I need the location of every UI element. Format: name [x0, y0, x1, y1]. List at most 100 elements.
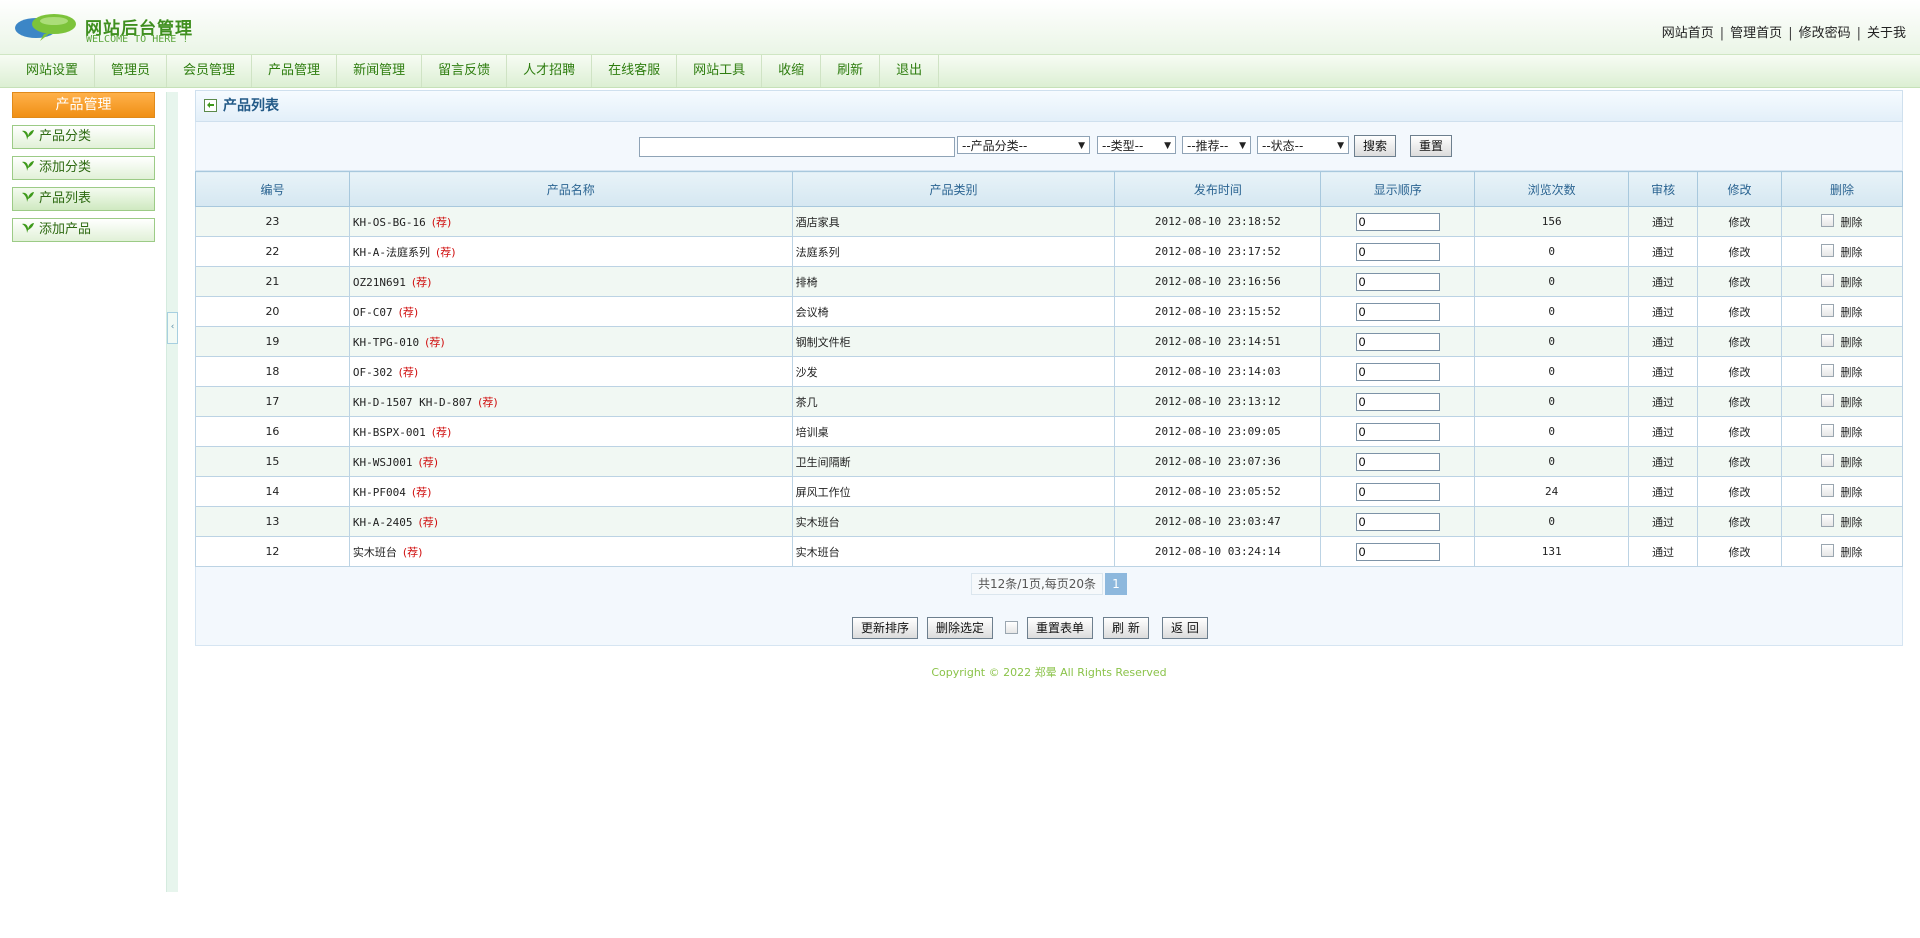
nav-online-service[interactable]: 在线客服: [592, 55, 678, 87]
link-change-password[interactable]: 修改密码: [1799, 26, 1851, 41]
category-select[interactable]: --产品分类-- ▼: [957, 136, 1090, 154]
status-select[interactable]: --状态-- ▼: [1257, 136, 1349, 154]
edit-link[interactable]: 修改: [1697, 236, 1782, 267]
row-select-checkbox[interactable]: [1821, 393, 1835, 407]
delete-link[interactable]: 删除: [1840, 306, 1862, 319]
edit-link[interactable]: 修改: [1697, 446, 1782, 477]
row-select-checkbox[interactable]: [1821, 513, 1835, 527]
display-order-input[interactable]: [1355, 302, 1440, 321]
product-name-link[interactable]: KH-A-法庭系列: [353, 246, 430, 259]
display-order-input[interactable]: [1355, 392, 1440, 411]
nav-site-settings[interactable]: 网站设置: [0, 55, 96, 87]
row-select-checkbox[interactable]: [1821, 423, 1835, 437]
back-button[interactable]: 返 回: [1162, 617, 1208, 639]
delete-link[interactable]: 删除: [1840, 426, 1862, 439]
delete-link[interactable]: 删除: [1840, 366, 1862, 379]
row-select-checkbox[interactable]: [1821, 483, 1835, 497]
delete-link[interactable]: 删除: [1840, 486, 1862, 499]
recommend-select[interactable]: --推荐-- ▼: [1182, 136, 1251, 154]
update-order-button[interactable]: 更新排序: [852, 617, 919, 639]
display-order-input[interactable]: [1355, 422, 1440, 441]
search-button[interactable]: 搜索: [1354, 135, 1397, 157]
audit-status-link[interactable]: 通过: [1628, 476, 1699, 507]
audit-status-link[interactable]: 通过: [1628, 206, 1699, 237]
audit-status-link[interactable]: 通过: [1628, 446, 1699, 477]
edit-link[interactable]: 修改: [1697, 536, 1782, 567]
select-all-checkbox[interactable]: [1005, 621, 1018, 634]
edit-link[interactable]: 修改: [1697, 266, 1782, 297]
reset-button[interactable]: 重置: [1410, 135, 1453, 157]
row-select-checkbox[interactable]: [1821, 273, 1835, 287]
audit-status-link[interactable]: 通过: [1628, 266, 1699, 297]
edit-link[interactable]: 修改: [1697, 386, 1782, 417]
recommend-badge[interactable]: (荐): [432, 426, 452, 439]
edit-link[interactable]: 修改: [1697, 506, 1782, 537]
audit-status-link[interactable]: 通过: [1628, 326, 1699, 357]
display-order-input[interactable]: [1355, 272, 1440, 291]
nav-products[interactable]: 产品管理: [252, 55, 338, 87]
audit-status-link[interactable]: 通过: [1628, 356, 1699, 387]
recommend-badge[interactable]: (荐): [419, 516, 439, 529]
type-select[interactable]: --类型-- ▼: [1097, 136, 1176, 154]
edit-link[interactable]: 修改: [1697, 206, 1782, 237]
delete-link[interactable]: 删除: [1840, 516, 1862, 529]
link-site-home[interactable]: 网站首页: [1662, 26, 1714, 41]
nav-site-tools[interactable]: 网站工具: [677, 55, 763, 87]
edit-link[interactable]: 修改: [1697, 476, 1782, 507]
recommend-badge[interactable]: (荐): [412, 486, 432, 499]
audit-status-link[interactable]: 通过: [1628, 416, 1699, 447]
row-select-checkbox[interactable]: [1821, 333, 1835, 347]
product-name-link[interactable]: KH-WSJ001: [353, 456, 413, 469]
recommend-badge[interactable]: (荐): [432, 216, 452, 229]
edit-link[interactable]: 修改: [1697, 296, 1782, 327]
display-order-input[interactable]: [1355, 482, 1440, 501]
page-1-link[interactable]: 1: [1105, 573, 1127, 595]
display-order-input[interactable]: [1355, 212, 1440, 231]
row-select-checkbox[interactable]: [1821, 543, 1835, 557]
row-select-checkbox[interactable]: [1821, 453, 1835, 467]
nav-members[interactable]: 会员管理: [167, 55, 253, 87]
display-order-input[interactable]: [1355, 332, 1440, 351]
nav-feedback[interactable]: 留言反馈: [422, 55, 508, 87]
audit-status-link[interactable]: 通过: [1628, 236, 1699, 267]
product-name-link[interactable]: KH-BSPX-001: [353, 426, 426, 439]
delete-link[interactable]: 删除: [1840, 456, 1862, 469]
sidebar-item-add-product[interactable]: 添加产品: [12, 218, 155, 242]
recommend-badge[interactable]: (荐): [399, 306, 419, 319]
row-select-checkbox[interactable]: [1821, 243, 1835, 257]
audit-status-link[interactable]: 通过: [1628, 296, 1699, 327]
delete-link[interactable]: 删除: [1840, 216, 1862, 229]
row-select-checkbox[interactable]: [1821, 303, 1835, 317]
nav-news[interactable]: 新闻管理: [337, 55, 423, 87]
recommend-badge[interactable]: (荐): [478, 396, 498, 409]
refresh-button[interactable]: 刷 新: [1103, 617, 1149, 639]
keyword-search-input[interactable]: [639, 137, 955, 157]
sidebar-item-product-category[interactable]: 产品分类: [12, 125, 155, 149]
nav-collapse[interactable]: 收缩: [762, 55, 822, 87]
product-name-link[interactable]: KH-D-1507 KH-D-807: [353, 396, 472, 409]
product-name-link[interactable]: OF-302: [353, 366, 393, 379]
nav-logout[interactable]: 退出: [880, 55, 940, 87]
link-about[interactable]: 关于我: [1867, 26, 1906, 41]
nav-admins[interactable]: 管理员: [95, 55, 168, 87]
row-select-checkbox[interactable]: [1821, 213, 1835, 227]
recommend-badge[interactable]: (荐): [419, 456, 439, 469]
delete-selected-button[interactable]: 删除选定: [927, 617, 994, 639]
edit-link[interactable]: 修改: [1697, 356, 1782, 387]
display-order-input[interactable]: [1355, 362, 1440, 381]
sidebar-splitter[interactable]: ‹: [166, 92, 178, 892]
sidebar-item-product-list[interactable]: 产品列表: [12, 187, 155, 211]
delete-link[interactable]: 删除: [1840, 246, 1862, 259]
sidebar-item-add-category[interactable]: 添加分类: [12, 156, 155, 180]
recommend-badge[interactable]: (荐): [436, 246, 456, 259]
audit-status-link[interactable]: 通过: [1628, 386, 1699, 417]
nav-recruitment[interactable]: 人才招聘: [507, 55, 593, 87]
audit-status-link[interactable]: 通过: [1628, 506, 1699, 537]
product-name-link[interactable]: 实木班台: [353, 546, 397, 559]
edit-link[interactable]: 修改: [1697, 326, 1782, 357]
delete-link[interactable]: 删除: [1840, 276, 1862, 289]
delete-link[interactable]: 删除: [1840, 396, 1862, 409]
recommend-badge[interactable]: (荐): [403, 546, 423, 559]
delete-link[interactable]: 删除: [1840, 336, 1862, 349]
collapse-sidebar-handle[interactable]: ‹: [167, 312, 178, 344]
